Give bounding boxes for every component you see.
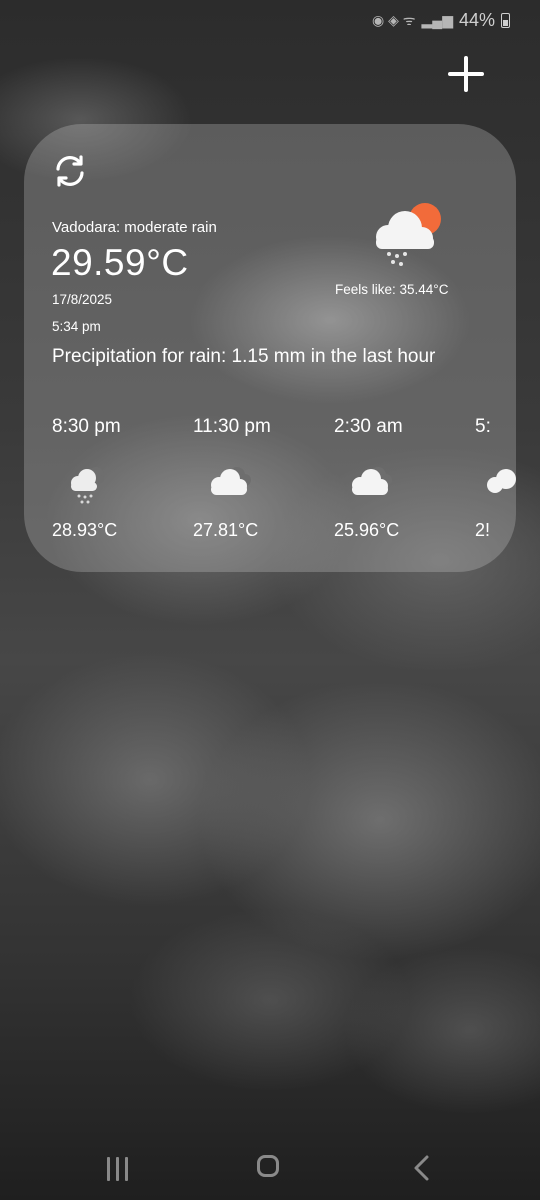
forecast-item: 8:30 pm 28.93°C (52, 414, 192, 554)
home-button[interactable] (257, 1155, 279, 1177)
date-label: 17/8/2025 (52, 292, 113, 307)
forecast-item: 11:30 pm 27.81°C (193, 414, 333, 554)
precipitation-info: Precipitation for rain: 1.15 mm in the l… (52, 346, 436, 367)
time-label: 5:34 pm (52, 319, 101, 334)
refresh-icon (56, 155, 84, 187)
hourly-forecast[interactable]: 8:30 pm 28.93°C 11:30 pm 27.81°C 2:30 am… (52, 414, 516, 554)
status-bar: ◉ ◈ ᯤ ▂▄▆ 44% (372, 6, 510, 34)
battery-icon (501, 12, 510, 28)
cloud-icon (207, 464, 253, 504)
current-temperature: 29.59°C (51, 242, 189, 283)
navigation-bar (0, 1140, 540, 1200)
forecast-temp: 2! (475, 520, 491, 540)
forecast-time: 8:30 pm (52, 416, 121, 437)
forecast-item: 5: 2! (475, 414, 516, 554)
forecast-temp: 25.96°C (334, 520, 400, 540)
forecast-time: 5: (475, 416, 491, 437)
forecast-time: 2:30 am (334, 416, 403, 437)
location-description: Vadodara: moderate rain (52, 219, 217, 236)
forecast-temp: 28.93°C (52, 520, 118, 540)
cloud-icon (483, 464, 516, 504)
weather-card: Vadodara: moderate rain 29.59°C 17/8/202… (24, 124, 516, 572)
forecast-temp: 27.81°C (193, 520, 259, 540)
forecast-item: 2:30 am 25.96°C (334, 414, 474, 554)
rain-cloud-sun-icon (364, 200, 448, 274)
recent-apps-button[interactable] (105, 1157, 131, 1181)
add-location-button[interactable] (444, 52, 488, 96)
notification-icons: ◉ ◈ ᯤ (371, 11, 416, 28)
forecast-time: 11:30 pm (193, 416, 271, 437)
battery-percent: 44% (458, 9, 495, 30)
cloud-icon (348, 464, 394, 504)
refresh-button[interactable] (51, 152, 89, 190)
feels-like: Feels like: 35.44°C (335, 282, 449, 297)
signal-icon: ▂▄▆ (421, 11, 453, 28)
back-button[interactable] (410, 1154, 434, 1182)
rain-cloud-icon (66, 464, 112, 504)
back-icon (414, 1155, 429, 1181)
